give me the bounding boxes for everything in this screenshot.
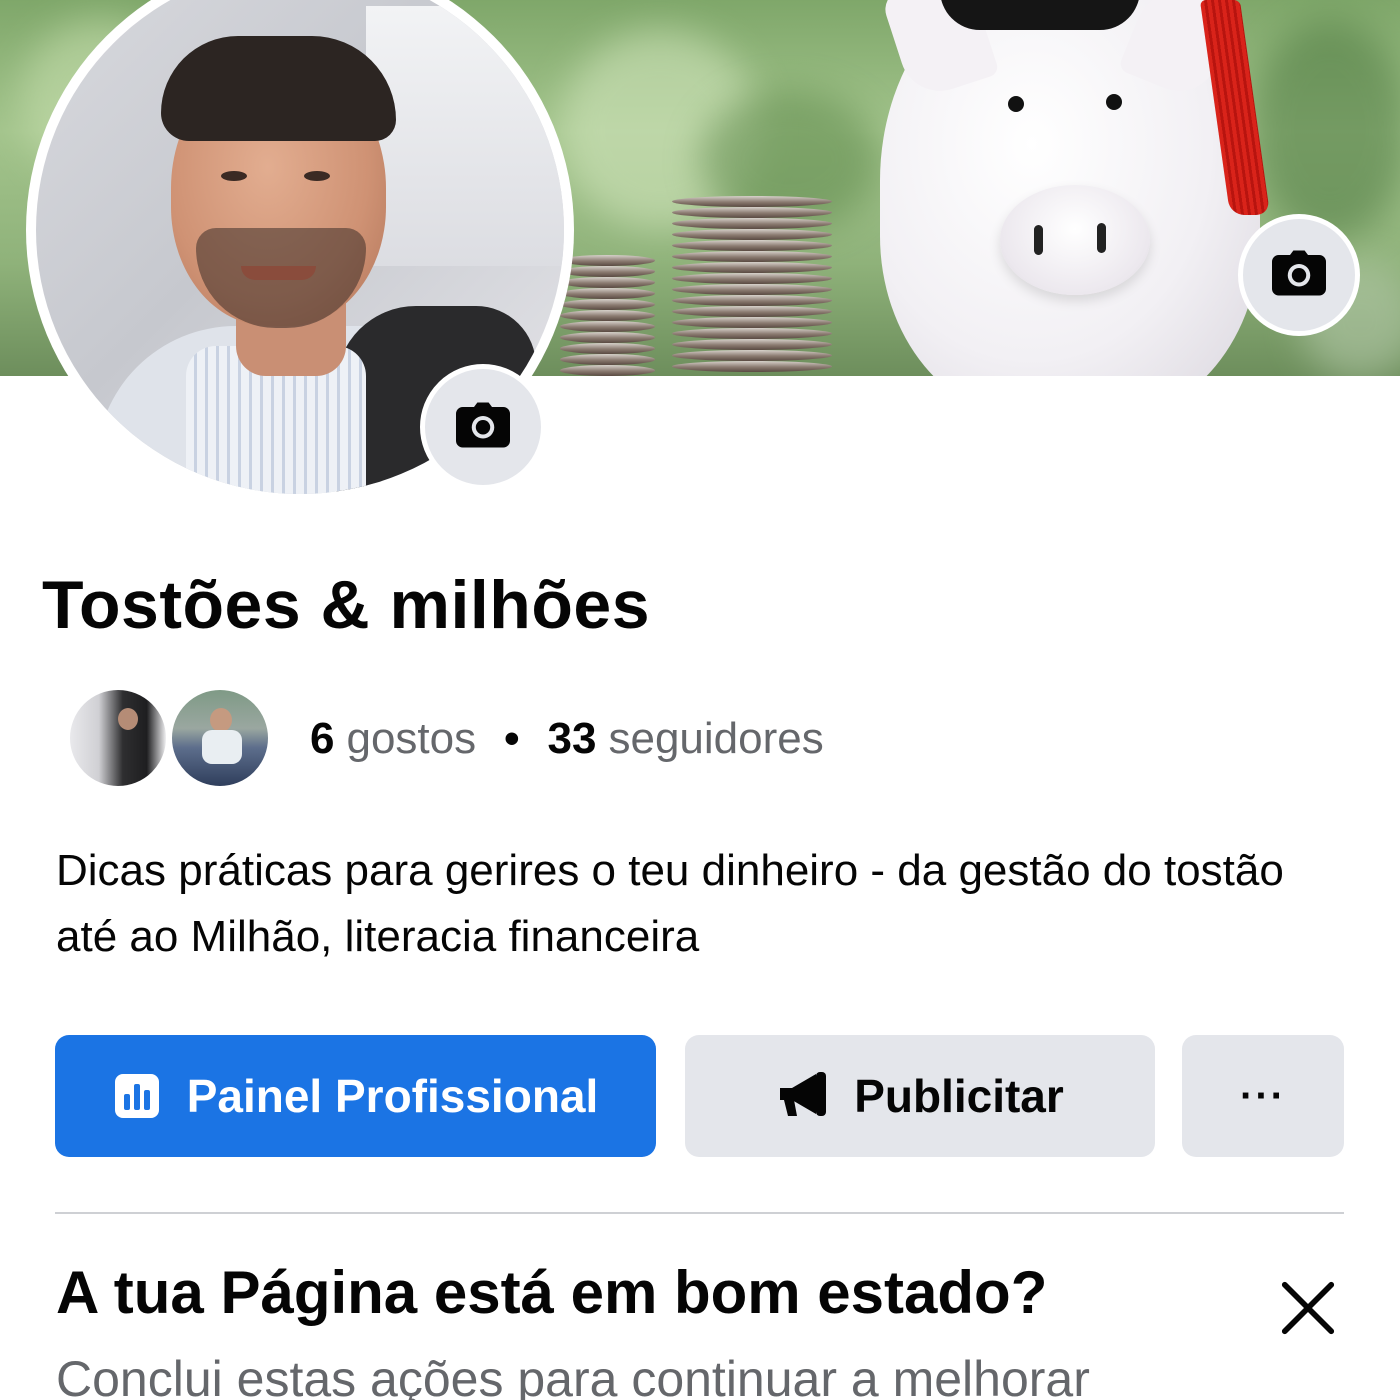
- followers-label: seguidores: [608, 714, 824, 763]
- more-options-button[interactable]: ···: [1182, 1035, 1344, 1157]
- page-health-subtitle: Conclui estas ações para continuar a mel…: [56, 1351, 1090, 1400]
- piggy-snout: [1000, 185, 1150, 295]
- professional-dashboard-button[interactable]: Painel Profissional: [55, 1035, 656, 1157]
- bar-chart-icon: [113, 1072, 161, 1120]
- professional-dashboard-label: Painel Profissional: [186, 1070, 599, 1122]
- follower-avatars: [66, 686, 276, 792]
- stats-separator: •: [504, 714, 520, 763]
- more-options-icon: ···: [1240, 1073, 1286, 1118]
- likes-count: 6: [310, 714, 335, 763]
- page-health-title: A tua Página está em bom estado?: [56, 1259, 1048, 1326]
- graduation-cap: [940, 0, 1140, 30]
- advertise-label: Publicitar: [854, 1070, 1064, 1122]
- coin-stack: [560, 255, 655, 376]
- camera-icon: [456, 402, 510, 453]
- close-health-card-button[interactable]: [1270, 1272, 1346, 1348]
- close-icon: [1277, 1277, 1339, 1344]
- edit-cover-photo-button[interactable]: [1238, 214, 1360, 336]
- follower-avatar: [168, 686, 272, 790]
- followers-count: 33: [547, 714, 597, 763]
- likes-label: gostos: [346, 714, 477, 763]
- edit-profile-picture-button[interactable]: [420, 364, 546, 490]
- advertise-button[interactable]: Publicitar: [685, 1035, 1155, 1157]
- section-divider: [55, 1212, 1344, 1214]
- page-stats[interactable]: 6 gostos • 33 seguidores: [66, 686, 824, 792]
- page-title: Tostões & milhões: [42, 567, 651, 643]
- megaphone-icon: [776, 1072, 828, 1120]
- page-description: Dicas práticas para gerires o teu dinhei…: [56, 846, 1284, 961]
- coin-stack: [672, 196, 832, 376]
- follower-avatar: [66, 686, 170, 790]
- camera-icon: [1272, 250, 1326, 301]
